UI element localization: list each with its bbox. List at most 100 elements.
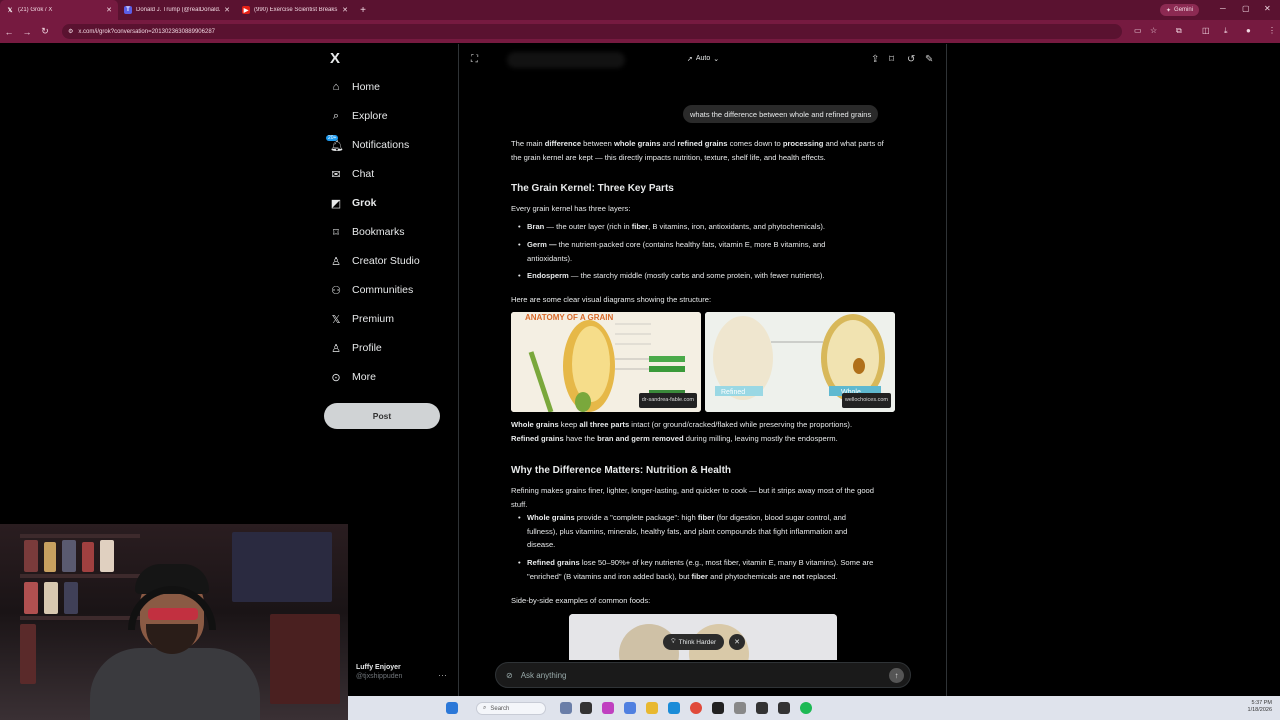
edge-icon[interactable] [668,702,680,714]
arrow-up-icon: ↑ [894,671,899,680]
think-harder-label: Think Harder [678,638,717,646]
sidebar-toggle-icon[interactable]: ◫ [1202,26,1210,35]
sidebar-item-notifications[interactable]: 🔔︎ 20+ Notifications [326,134,410,156]
start-icon[interactable] [446,702,458,714]
post-button[interactable]: Post [324,403,440,429]
text: the nutrient-packed core (contains healt… [527,240,826,263]
reload-button[interactable]: ↻ [36,26,54,37]
figure-box [64,582,78,614]
sidebar-item-label: Grok [352,197,377,209]
send-button[interactable]: ↑ [889,668,904,683]
sidebar-item-label: Home [352,81,381,93]
sidebar-item-label: Creator Studio [352,255,420,267]
list-item: Endosperm — the starchy middle (mostly c… [518,269,863,283]
browser-tab-bar: 𝕏 (21) Grok / X ✕ T Donald J. Trump (@re… [0,0,1280,20]
sidebar-item-more[interactable]: ⊙ More [330,366,376,388]
grain-anatomy-image[interactable]: ANATOMY OF A GRAIN dr-sandrea-fable.com [511,312,701,412]
sidebar-item-grok[interactable]: ◩ Grok [330,192,377,214]
grok-toolbar: ⛶ ➚ Auto ⌄ ⇪ ⌑ ↺ ✎ [459,44,948,76]
sidebar-item-bookmarks[interactable]: ⌑ Bookmarks [330,221,404,243]
bookmark-icon[interactable]: ⌑ [889,54,894,65]
text: Bran [527,222,545,231]
teams-icon[interactable] [624,702,636,714]
search-icon: ⌕ [483,705,487,711]
section-heading: Why the Difference Matters: Nutrition & … [511,465,732,476]
close-icon[interactable]: ✕ [106,6,112,14]
text: fiber [691,571,708,581]
capcut-icon[interactable] [712,702,724,714]
gemini-button[interactable]: ✦ Gemini [1160,4,1200,16]
sidebar-item-explore[interactable]: ⌕ Explore [330,105,388,127]
cast-icon[interactable]: ▭ [1134,26,1142,35]
system-clock[interactable]: 5:37 PM 1/18/2026 [1248,700,1272,714]
download-icon[interactable]: ⤓ [1224,26,1228,36]
sidebar-item-profile[interactable]: ♙ Profile [330,337,382,359]
close-window-button[interactable]: ✕ [1264,4,1271,13]
sidebar-item-communities[interactable]: ⚇ Communities [330,279,413,301]
obs-icon[interactable] [756,702,768,714]
site-info-icon[interactable]: ⚙ [68,28,73,35]
file-explorer-icon[interactable] [646,702,658,714]
history-icon[interactable]: ↺ [907,54,915,65]
sidebar-item-label: Notifications [352,139,410,151]
minimize-button[interactable]: ─ [1220,4,1226,13]
think-harder-button[interactable]: 💡︎ Think Harder [663,634,725,650]
notification-badge: 20+ [326,134,339,141]
maximize-button[interactable]: ▢ [1242,4,1250,13]
user-message: whats the difference between whole and r… [683,105,879,123]
browser-tab-grok[interactable]: 𝕏 (21) Grok / X ✕ [0,0,118,20]
more-icon[interactable]: ··· [438,670,447,680]
model-mode-selector[interactable]: ➚ Auto ⌄ [687,55,719,63]
account-switcher[interactable]: Luffy Enjoyer @tjxshippuden [356,664,402,680]
paperclip-icon[interactable]: ⊘ [506,671,513,680]
text: — the starchy middle (mostly carbs and s… [568,271,825,280]
sidebar-item-label: Profile [352,342,382,354]
taskbar-search[interactable]: ⌕ Search [476,702,546,715]
text: bran and germ removed [597,434,684,443]
share-icon[interactable]: ⇪ [871,54,879,65]
app-icon[interactable] [734,702,746,714]
url-field[interactable]: ⚙ x.com/i/grok?conversation=201302363088… [62,24,1122,39]
expand-icon[interactable]: ⛶ [471,54,478,65]
menu-icon[interactable]: ⋮ [1268,26,1276,35]
paragraph: Refined grains have the bran and germ re… [511,432,891,446]
x-logo-icon[interactable]: X [330,50,340,67]
figure-box [44,582,58,614]
list-item: Germ — the nutrient-packed core (contain… [518,238,863,265]
spotify-icon[interactable] [800,702,812,714]
extensions-icon[interactable]: ⧉ [1176,26,1182,36]
avatar[interactable]: ● [1246,26,1251,35]
person-icon: ♙ [331,255,341,268]
back-button[interactable]: ← [0,27,18,37]
new-tab-button[interactable]: + [354,5,372,16]
close-icon[interactable]: ✕ [729,634,745,650]
close-icon[interactable]: ✕ [342,6,348,14]
grok-icon: ◩ [330,197,342,210]
search-icon: ⌕ [332,109,340,122]
star-icon[interactable]: ☆ [1150,26,1157,35]
taskbar-search-placeholder: Search [490,705,510,712]
refined-vs-whole-image[interactable]: Refined Whole wellochoices.com [705,312,895,412]
new-chat-icon[interactable]: ✎ [925,54,933,65]
widgets-icon[interactable] [560,702,572,714]
sidebar-item-premium[interactable]: 𝕏 Premium [330,308,394,330]
sidebar-item-home[interactable]: ⌂ Home [330,76,380,98]
browser-tab-youtube[interactable]: ▶ (990) Exercise Scientist Breaks I... ✕ [236,0,354,20]
browser-tab-trump[interactable]: T Donald J. Trump (@realDonald... ✕ [118,0,236,20]
diagram-title: ANATOMY OF A GRAIN [525,313,614,322]
chrome-icon[interactable] [690,702,702,714]
address-bar-row: ← → ↻ ⚙ x.com/i/grok?conversation=201302… [0,20,1280,43]
sidebar-item-chat[interactable]: ✉ Chat [330,163,374,185]
windows-taskbar: ⌕ Search 5:37 PM 1/18/2026 [348,696,1280,720]
copilot-icon[interactable] [602,702,614,714]
figure-box [44,542,56,572]
task-view-icon[interactable] [580,702,592,714]
close-icon[interactable]: ✕ [224,6,230,14]
sidebar-item-creator-studio[interactable]: ♙ Creator Studio [330,250,420,272]
app-icon[interactable] [778,702,790,714]
sidebar-item-label: Premium [352,313,395,325]
ask-input[interactable]: ⊘ Ask anything ↑ [495,662,911,688]
text: not [792,571,805,581]
text: Refined grains [527,558,580,567]
forward-button[interactable]: → [18,27,36,37]
